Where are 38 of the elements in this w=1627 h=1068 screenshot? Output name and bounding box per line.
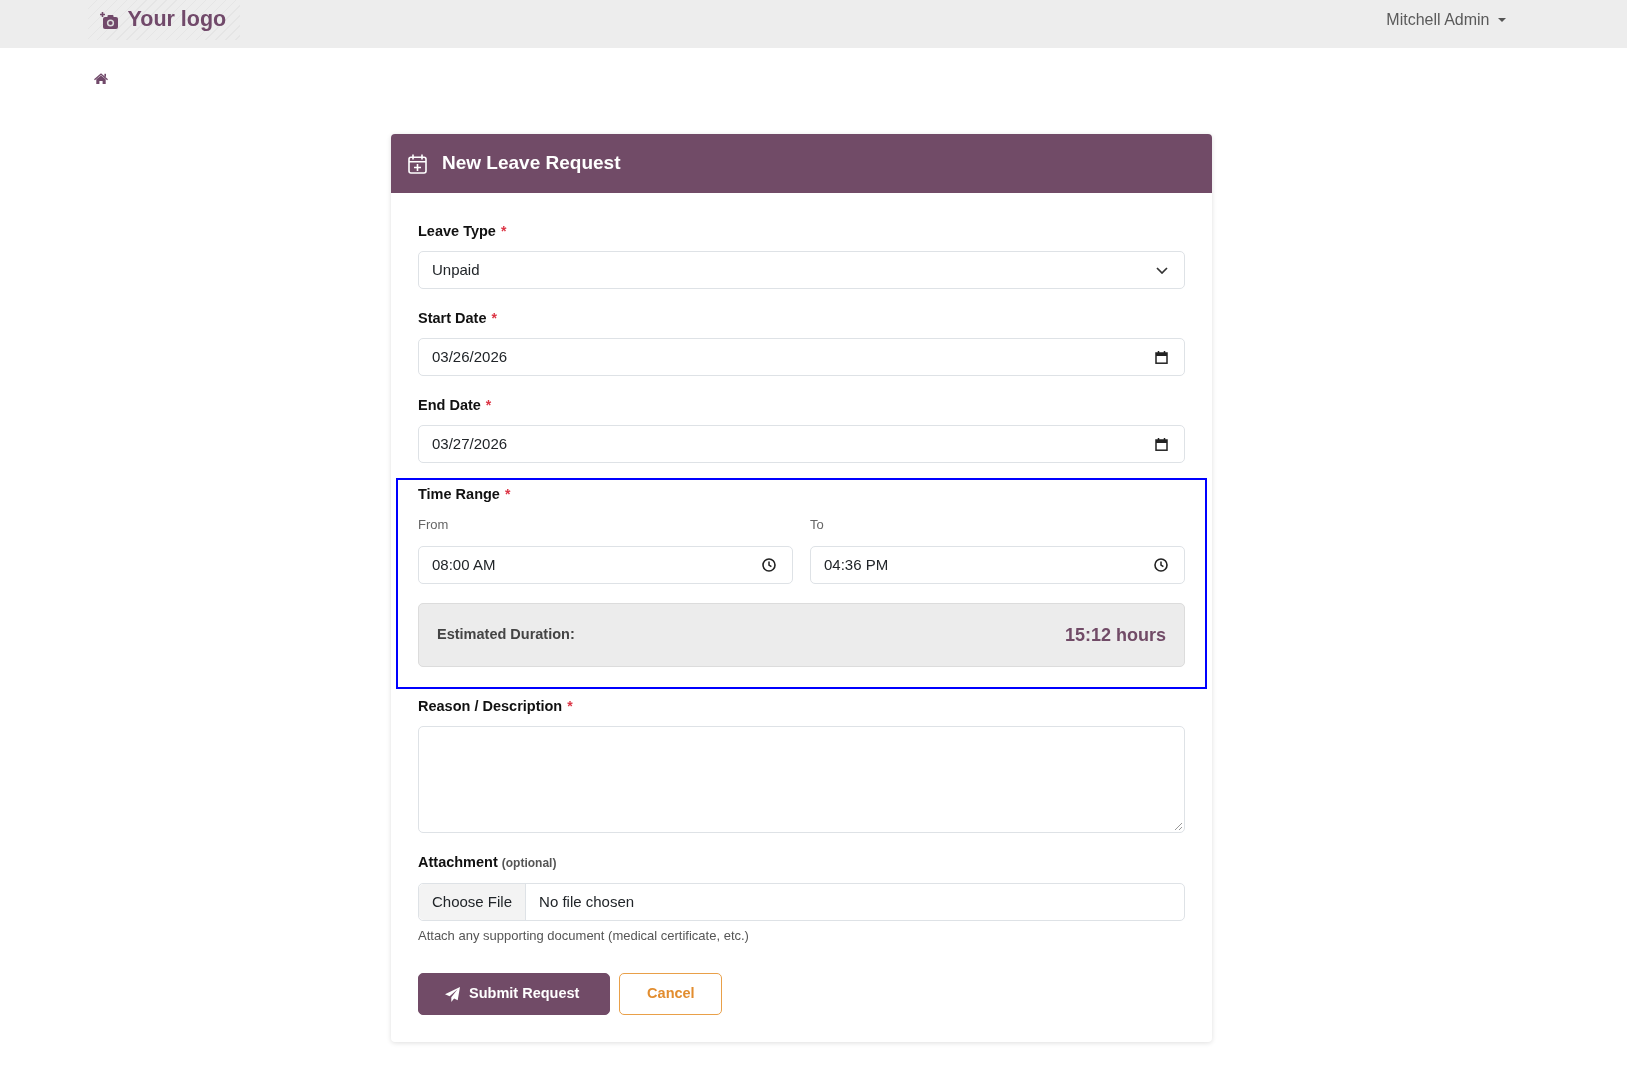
calendar-icon[interactable] [1155, 437, 1168, 451]
field-label: Attachment [418, 853, 498, 872]
field-label: Reason / Description [418, 697, 563, 716]
field-note: (optional) [501, 855, 557, 872]
duration-label: Estimated Duration: [437, 625, 575, 645]
field-label: End Date [418, 396, 481, 415]
clock-icon[interactable] [1154, 558, 1168, 572]
paper-plane-icon [445, 986, 460, 1002]
field-label: Time Range [418, 485, 500, 504]
clock-icon[interactable] [762, 558, 776, 572]
card-title: New Leave Request [442, 152, 621, 175]
field-label: Leave Type [418, 222, 496, 241]
submit-button[interactable]: Submit Request [418, 973, 611, 1015]
time-field[interactable]: 04:36 PM [810, 546, 1185, 584]
caret-icon [1497, 18, 1506, 22]
chevron-down-icon [1156, 266, 1168, 274]
required-mark: * [504, 485, 511, 504]
date-field[interactable]: 03/27/2026 [418, 425, 1185, 463]
required-mark: * [485, 396, 492, 415]
required-mark: * [567, 697, 573, 716]
required-mark: * [500, 222, 507, 241]
date-field[interactable]: 03/26/2026 [418, 338, 1185, 376]
calendar-plus-icon [408, 153, 427, 174]
help-text: Attach any supporting document (medical certificate, etc.) [418, 928, 750, 944]
time-field[interactable]: 08:00 AM [418, 546, 793, 584]
field-label: To [810, 516, 825, 534]
required-mark: * [491, 309, 497, 328]
home-icon[interactable] [93, 73, 108, 84]
logo-placeholder[interactable]: Your logo [87, 0, 240, 40]
field-label: Start Date [418, 309, 487, 328]
calendar-icon[interactable] [1155, 350, 1168, 364]
duration-value: 15:12 hours [1064, 623, 1166, 647]
file-input[interactable]: Choose File No file chosen [418, 883, 1185, 921]
resize-grip-icon[interactable] [1174, 822, 1182, 830]
field-label: From [418, 516, 450, 534]
camera-icon [99, 11, 118, 29]
user-menu[interactable]: Mitchell Admin [1386, 11, 1506, 29]
select-field[interactable]: Unpaid [418, 251, 1185, 289]
